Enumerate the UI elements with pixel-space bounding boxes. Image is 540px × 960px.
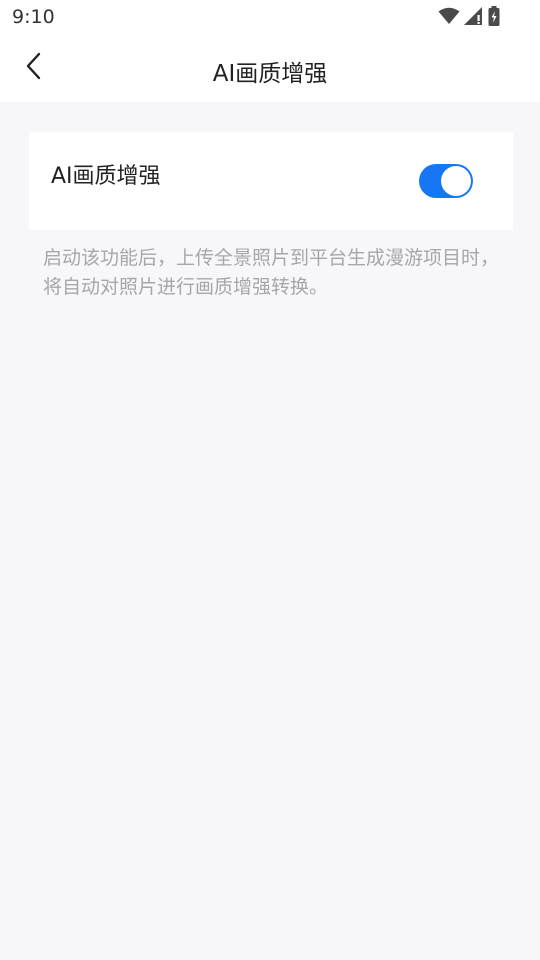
ai-enhance-toggle[interactable] [419,164,473,198]
cellular-signal-icon [464,6,484,30]
toggle-knob [441,166,471,196]
status-icons [438,6,500,30]
setting-description: 启动该功能后，上传全景照片到平台生成漫游项目时，将自动对照片进行画质增强转换。 [43,247,500,298]
title-bar: AI画质增强 [0,36,540,102]
setting-label: AI画质增强 [51,164,161,189]
wifi-icon [438,7,460,29]
status-bar: 9:10 [0,0,540,36]
setting-card: AI画质增强 [29,132,513,230]
battery-charging-icon [488,6,500,30]
page-title: AI画质增强 [212,61,328,87]
status-time: 9:10 [12,6,55,28]
